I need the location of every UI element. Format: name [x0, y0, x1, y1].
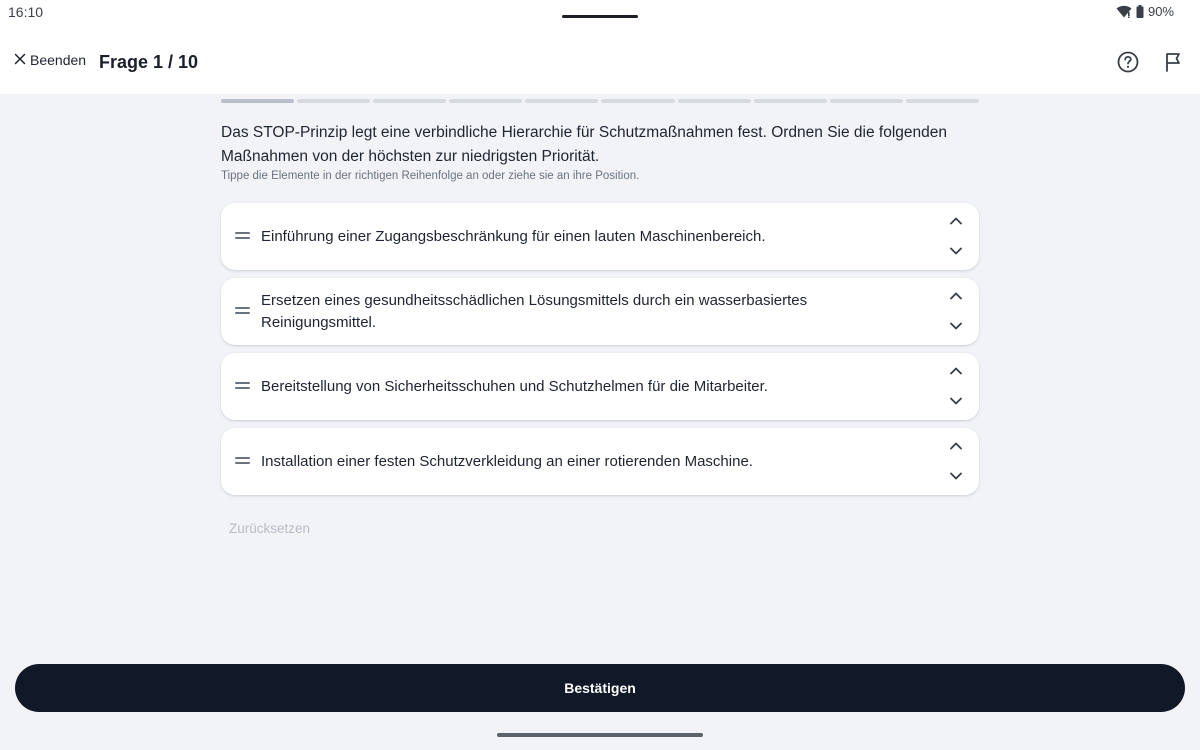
question-hint: Tippe die Elemente in der richtigen Reih…: [221, 170, 640, 182]
sortable-item[interactable]: Bereitstellung von Sicherheitsschuhen un…: [221, 353, 979, 420]
sortable-item-label: Ersetzen eines gesundheitsschädlichen Lö…: [261, 291, 808, 331]
confirm-button[interactable]: Bestätigen: [15, 664, 1185, 712]
drag-handle-icon[interactable]: [235, 457, 250, 465]
progress-segment: [677, 99, 751, 103]
progress-segment: [905, 99, 979, 103]
status-icons: 90%: [1116, 4, 1174, 19]
sortable-item[interactable]: Ersetzen eines gesundheitsschädlichen Lö…: [221, 278, 979, 345]
progress-segment: [601, 99, 675, 103]
wifi-icon: [1116, 5, 1132, 18]
sortable-item[interactable]: Einführung einer Zugangsbeschränkung für…: [221, 203, 979, 270]
sortable-item-label: Bereitstellung von Sicherheitsschuhen un…: [261, 377, 768, 395]
progress-segment: [525, 99, 599, 103]
question-progress: [221, 99, 979, 103]
chevron-up-icon[interactable]: [948, 288, 964, 304]
sortable-item-label: Installation einer festen Schutzverkleid…: [261, 452, 753, 470]
sortable-item-label: Einführung einer Zugangsbeschränkung für…: [261, 227, 766, 245]
quit-label: Beenden: [30, 52, 87, 68]
progress-segment: [297, 99, 371, 103]
chevron-up-icon[interactable]: [948, 438, 964, 454]
chevron-down-icon[interactable]: [948, 243, 964, 259]
drag-handle-icon[interactable]: [235, 382, 250, 390]
progress-segment: [449, 99, 523, 103]
sortable-item[interactable]: Installation einer festen Schutzverkleid…: [221, 428, 979, 495]
flag-icon[interactable]: [1164, 51, 1184, 78]
drag-handle-icon[interactable]: [235, 232, 250, 240]
status-pill: [562, 15, 638, 18]
chevron-down-icon[interactable]: [948, 393, 964, 409]
status-time: 16:10: [8, 4, 44, 20]
help-circle-icon[interactable]: [1117, 51, 1139, 78]
battery-icon: [1136, 5, 1144, 18]
question-text: Das STOP-Prinzip legt eine verbindliche …: [221, 124, 948, 165]
page-title: Frage 1 / 10: [99, 52, 199, 72]
chevron-down-icon[interactable]: [948, 318, 964, 334]
progress-segment: [373, 99, 447, 103]
home-indicator[interactable]: [497, 733, 703, 737]
chevron-down-icon[interactable]: [948, 468, 964, 484]
chevron-up-icon[interactable]: [948, 213, 964, 229]
quit-button[interactable]: Beenden: [14, 52, 86, 68]
close-icon: [14, 52, 26, 68]
chevron-up-icon[interactable]: [948, 363, 964, 379]
battery-level: 90%: [1147, 4, 1174, 19]
progress-segment: [753, 99, 827, 103]
drag-handle-icon[interactable]: [235, 307, 250, 315]
reset-button[interactable]: Zurücksetzen: [229, 521, 310, 536]
top-app-bar: Beenden Frage 1 / 10: [0, 30, 1200, 94]
progress-segment: [829, 99, 903, 103]
progress-segment: [221, 99, 295, 103]
status-bar: 16:10 90%: [0, 0, 1200, 30]
